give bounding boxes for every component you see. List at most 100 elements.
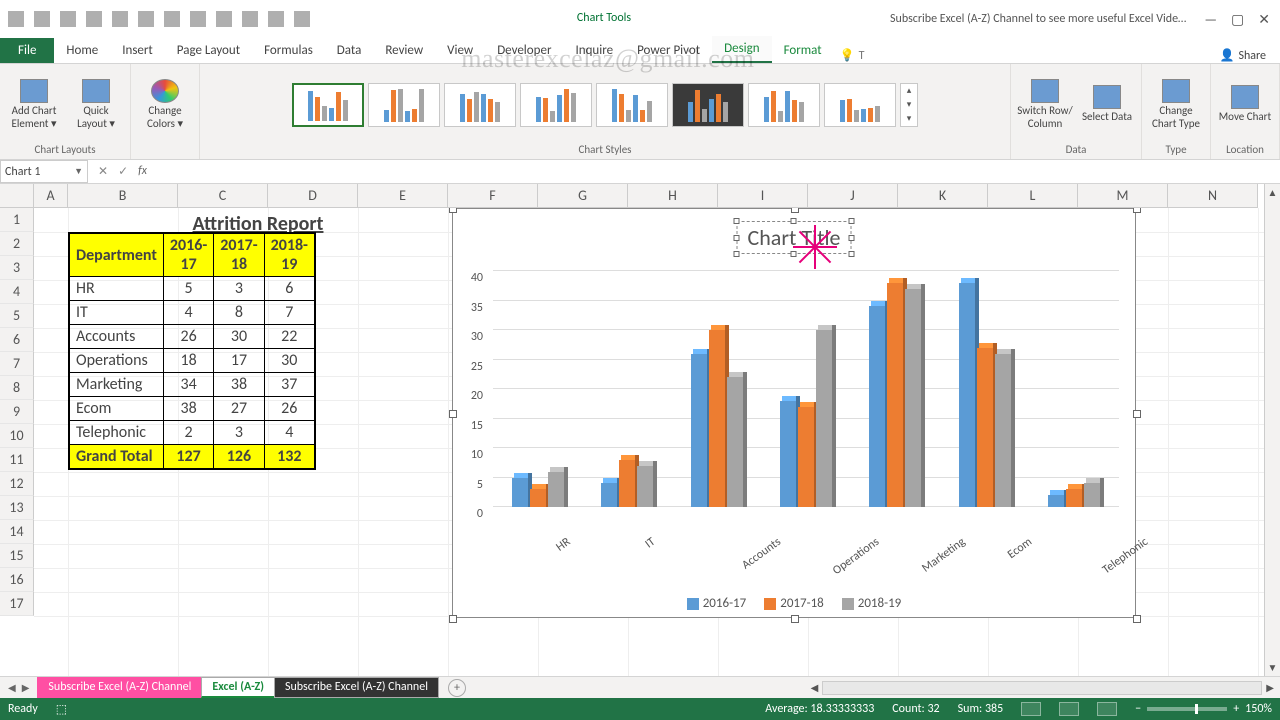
zoom-control[interactable]: − + 150% — [1135, 702, 1272, 716]
column-header[interactable]: K — [898, 184, 988, 208]
tab-format[interactable]: Format — [772, 38, 834, 63]
zoom-out-icon[interactable]: − — [1135, 702, 1141, 716]
macro-record-icon[interactable]: ⬚ — [56, 702, 67, 717]
row-header[interactable]: 13 — [0, 496, 34, 520]
add-chart-element-button[interactable]: Add Chart Element ▾ — [6, 79, 62, 129]
style-gallery-more[interactable]: ▴▾▾ — [900, 83, 918, 127]
new-sheet-button[interactable]: + — [448, 679, 466, 697]
close-icon[interactable]: ✕ — [1258, 11, 1270, 28]
row-header[interactable]: 6 — [0, 328, 34, 352]
chart-style-thumb[interactable] — [748, 83, 820, 127]
row-header[interactable]: 5 — [0, 304, 34, 328]
qat-icon[interactable] — [112, 11, 128, 27]
row-header[interactable]: 1 — [0, 208, 34, 232]
column-header[interactable]: I — [718, 184, 808, 208]
maximize-icon[interactable]: ▢ — [1231, 11, 1244, 28]
tab-insert[interactable]: Insert — [110, 38, 165, 63]
selection-handle[interactable] — [449, 615, 457, 623]
name-box[interactable]: Chart 1 ▼ — [0, 160, 88, 183]
selection-handle[interactable] — [791, 208, 799, 213]
bar[interactable] — [1066, 489, 1082, 507]
bar[interactable] — [816, 330, 832, 507]
embedded-chart[interactable]: Chart Title0510152025303540HRITAccountsO… — [452, 208, 1136, 618]
tab-home[interactable]: Home — [54, 38, 110, 63]
sheet-tab[interactable]: Subscribe Excel (A-Z) Channel — [37, 677, 202, 698]
bar[interactable] — [869, 306, 885, 507]
row-header[interactable]: 7 — [0, 352, 34, 376]
bar[interactable] — [959, 283, 975, 507]
change-chart-type-button[interactable]: Change Chart Type — [1148, 79, 1204, 129]
qat-icon[interactable] — [294, 11, 310, 27]
tab-formulas[interactable]: Formulas — [252, 38, 325, 63]
qat-icon[interactable] — [164, 11, 180, 27]
qat-icon[interactable] — [216, 11, 232, 27]
plot-area[interactable] — [493, 273, 1119, 507]
select-all-corner[interactable] — [0, 184, 34, 208]
column-header[interactable]: C — [178, 184, 268, 208]
column-header[interactable]: F — [448, 184, 538, 208]
row-header[interactable]: 12 — [0, 472, 34, 496]
chart-style-thumb[interactable] — [444, 83, 516, 127]
column-header[interactable]: L — [988, 184, 1078, 208]
file-tab[interactable]: File — [0, 38, 54, 63]
cancel-icon[interactable]: ✕ — [98, 164, 108, 179]
bar[interactable] — [691, 354, 707, 507]
bar[interactable] — [1048, 495, 1064, 507]
formula-input[interactable] — [157, 160, 1280, 183]
selection-handle[interactable] — [1133, 410, 1141, 418]
sheet-tab[interactable]: Subscribe Excel (A-Z) Channel — [274, 677, 439, 698]
column-header[interactable]: N — [1168, 184, 1258, 208]
scroll-down-icon[interactable]: ▼ — [1266, 659, 1280, 676]
selection-handle[interactable] — [791, 615, 799, 623]
column-header[interactable]: G — [538, 184, 628, 208]
view-normal-icon[interactable] — [1021, 702, 1041, 716]
bar[interactable] — [1084, 483, 1100, 507]
column-header[interactable]: E — [358, 184, 448, 208]
chart-style-thumb[interactable] — [824, 83, 896, 127]
fx-icon[interactable]: fx — [138, 164, 147, 179]
bar[interactable] — [780, 401, 796, 507]
share-button[interactable]: 👤 Share — [1211, 48, 1274, 63]
selection-handle[interactable] — [449, 208, 457, 213]
row-header[interactable]: 17 — [0, 592, 34, 616]
tab-nav-arrows[interactable]: ◀▶ — [0, 681, 37, 694]
bar[interactable] — [548, 472, 564, 507]
qat-icon[interactable] — [86, 11, 102, 27]
save-icon[interactable] — [8, 11, 24, 27]
row-header[interactable]: 2 — [0, 232, 34, 256]
bar[interactable] — [995, 354, 1011, 507]
row-header[interactable]: 14 — [0, 520, 34, 544]
row-header[interactable]: 10 — [0, 424, 34, 448]
scroll-up-icon[interactable]: ▲ — [1266, 184, 1280, 201]
chart-style-thumb[interactable] — [368, 83, 440, 127]
switch-row-column-button[interactable]: Switch Row/ Column — [1017, 79, 1073, 129]
column-header[interactable]: H — [628, 184, 718, 208]
bar[interactable] — [709, 330, 725, 507]
select-data-button[interactable]: Select Data — [1079, 85, 1135, 123]
bar[interactable] — [727, 377, 743, 507]
column-header[interactable]: A — [34, 184, 68, 208]
bar[interactable] — [887, 283, 903, 507]
chart-style-thumb[interactable] — [520, 83, 592, 127]
chart-style-thumb[interactable] — [672, 83, 744, 127]
selection-handle[interactable] — [1133, 615, 1141, 623]
row-header[interactable]: 15 — [0, 544, 34, 568]
tab-page-layout[interactable]: Page Layout — [165, 38, 252, 63]
qat-icon[interactable] — [242, 11, 258, 27]
bar[interactable] — [512, 478, 528, 508]
row-header[interactable]: 16 — [0, 568, 34, 592]
zoom-in-icon[interactable]: + — [1233, 702, 1239, 716]
bar[interactable] — [977, 348, 993, 507]
tell-me-box[interactable]: 💡 T masterexcelaz@gmail.com — [840, 48, 865, 63]
row-header[interactable]: 4 — [0, 280, 34, 304]
row-header[interactable]: 8 — [0, 376, 34, 400]
column-header[interactable]: D — [268, 184, 358, 208]
qat-icon[interactable] — [268, 11, 284, 27]
vertical-scrollbar[interactable]: ▲ ▼ — [1264, 184, 1280, 676]
row-header[interactable]: 9 — [0, 400, 34, 424]
quick-layout-button[interactable]: Quick Layout ▾ — [68, 79, 124, 129]
change-colors-button[interactable]: Change Colors ▾ — [137, 79, 193, 129]
qat-icon[interactable] — [190, 11, 206, 27]
grid[interactable]: Attrition ReportDepartment2016-172017-18… — [34, 208, 1264, 676]
bar[interactable] — [637, 466, 653, 507]
